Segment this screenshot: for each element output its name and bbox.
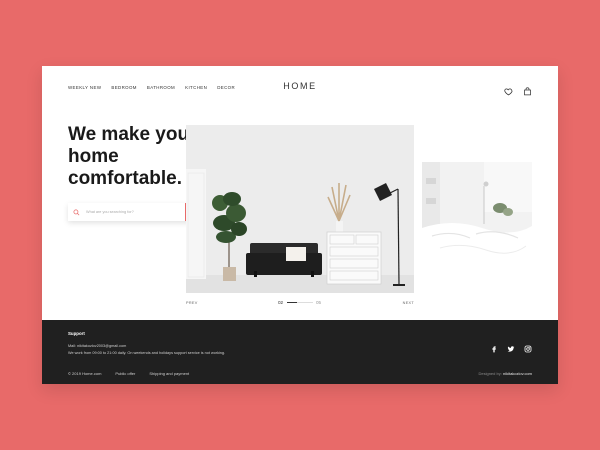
slider-navigation: PREV 02 05 NEXT — [186, 300, 414, 309]
shopping-bag-icon[interactable] — [523, 83, 532, 96]
instagram-icon[interactable] — [524, 340, 532, 353]
facebook-icon[interactable] — [490, 340, 498, 353]
secondary-image — [422, 162, 532, 258]
slide-total: 05 — [316, 300, 322, 305]
search-input[interactable] — [84, 203, 185, 221]
footer-links: © 2019 Home.com Public offer Shipping an… — [68, 371, 189, 376]
header-actions — [504, 83, 532, 96]
prev-button[interactable]: PREV — [186, 301, 198, 305]
copyright: © 2019 Home.com — [68, 371, 102, 376]
public-offer-link[interactable]: Public offer — [115, 371, 135, 376]
shipping-payment-link[interactable]: Shipping and payment — [149, 371, 189, 376]
page-card: WEEKLY NEW BEDROOM BATHROOM KITCHEN DECO… — [42, 66, 558, 384]
next-button[interactable]: NEXT — [403, 301, 414, 305]
brand-logo[interactable]: HOME — [42, 81, 558, 91]
heart-icon[interactable] — [504, 83, 513, 96]
twitter-icon[interactable] — [507, 340, 515, 352]
hero-image — [186, 125, 414, 293]
social-links — [490, 340, 532, 353]
search-icon — [68, 203, 84, 221]
hero-headline: We make your home comfortable. — [68, 124, 197, 189]
slide-current: 02 — [278, 300, 284, 305]
slide-progress — [287, 302, 313, 303]
support-title: Support — [68, 331, 85, 336]
designer-link[interactable]: nikitakozlov.com — [503, 371, 532, 376]
designed-by-label: Designed by: — [478, 371, 502, 376]
designed-by: Designed by: nikitakozlov.com — [478, 371, 532, 376]
support-hours: We work from 09:00 to 21:00 daily. On we… — [68, 351, 226, 355]
footer: Support Mail: nikitakozlov2003@gmail.com… — [42, 320, 558, 384]
support-mail[interactable]: Mail: nikitakozlov2003@gmail.com — [68, 344, 126, 348]
slide-progress-fill — [287, 302, 298, 303]
